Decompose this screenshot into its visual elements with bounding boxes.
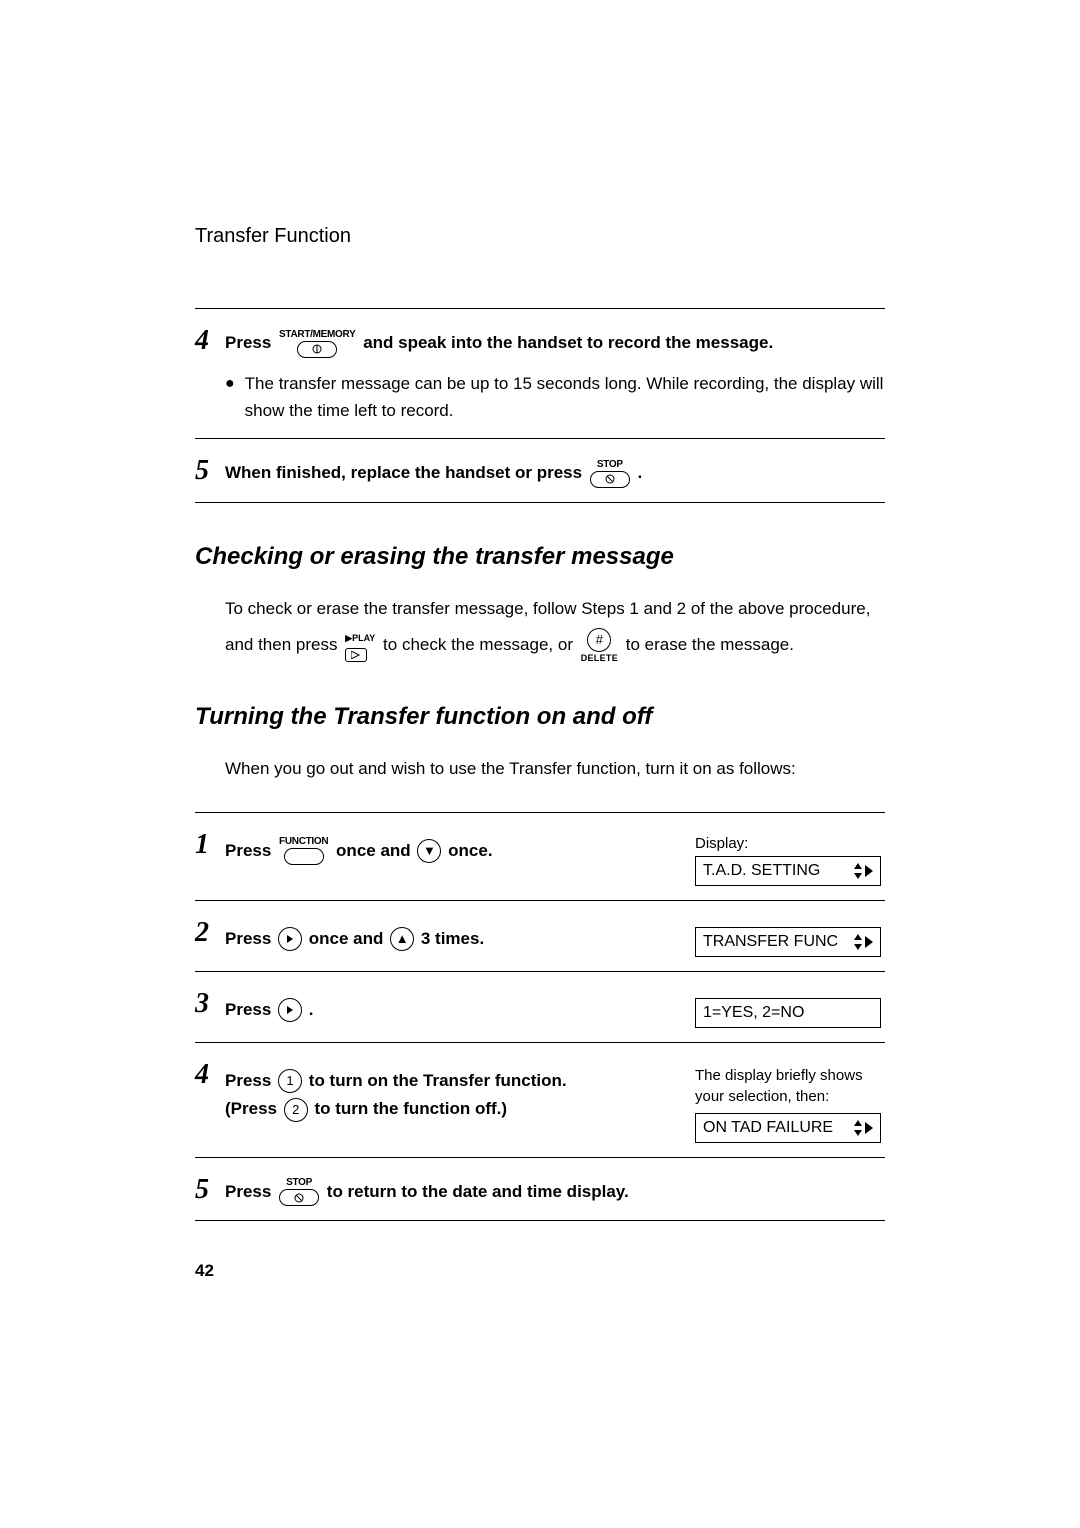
section-header: Transfer Function (195, 225, 885, 248)
display-box: ON TAD FAILURE (695, 1113, 881, 1143)
function-button: FUNCTION (279, 837, 328, 865)
step-4-display-col: The display briefly shows your selection… (695, 1063, 885, 1143)
text: once and (309, 929, 388, 948)
turn-step-1: 1 Press FUNCTION once and ▼ once. Displa… (195, 812, 885, 900)
nav-arrows-icon (853, 1120, 873, 1136)
display-text: T.A.D. SETTING (703, 862, 820, 880)
text: Press (225, 1000, 276, 1019)
page-number: 42 (195, 1261, 214, 1281)
stop-button: STOP (590, 460, 630, 488)
text: to check the message, or (383, 635, 578, 654)
text: and speak into the handset to record the… (363, 333, 773, 352)
bullet-text: The transfer message can be up to 15 sec… (245, 370, 885, 424)
checking-paragraph: To check or erase the transfer message, … (195, 591, 885, 663)
display-box: 1=YES, 2=NO (695, 998, 881, 1028)
stop-button: STOP (279, 1178, 319, 1206)
step-number: 2 (195, 915, 225, 947)
button-label: DELETE (581, 654, 618, 663)
stop-icon (279, 1189, 319, 1206)
step-2-instruction: Press once and ▲ 3 times. (225, 921, 675, 957)
step-number: 4 (195, 323, 225, 355)
play-icon (345, 648, 367, 662)
nav-arrows-icon (853, 934, 873, 950)
turn-step-3: 3 Press . 1=YES, 2=NO (195, 971, 885, 1042)
section-turning-heading: Turning the Transfer function on and off (195, 703, 885, 731)
two-key-icon: 2 (284, 1098, 308, 1122)
display-text: 1=YES, 2=NO (703, 1004, 804, 1022)
step-4-instruction: Press 1 to turn on the Transfer function… (225, 1063, 675, 1143)
turning-intro: When you go out and wish to use the Tran… (195, 751, 885, 787)
step-4-record: 4 Press START/MEMORY and speak into the … (195, 308, 885, 438)
stop-icon (590, 471, 630, 488)
button-label: STOP (286, 1178, 312, 1188)
bullet-icon: ● (225, 370, 235, 424)
display-note: The display briefly shows your selection… (695, 1065, 885, 1107)
hash-key-icon: # (587, 628, 611, 652)
step-number: 3 (195, 986, 225, 1018)
text: Press (225, 929, 276, 948)
display-text: ON TAD FAILURE (703, 1119, 833, 1137)
step-1-display-col: Display: T.A.D. SETTING (695, 833, 885, 886)
button-label: FUNCTION (279, 837, 328, 847)
button-label: START/MEMORY (279, 330, 355, 340)
manual-page: Transfer Function 4 Press START/MEMORY a… (195, 225, 885, 1221)
text: 3 times. (421, 929, 484, 948)
turn-step-2: 2 Press once and ▲ 3 times. TRANSFER FUN… (195, 900, 885, 971)
step-number: 1 (195, 827, 225, 859)
section-checking-heading: Checking or erasing the transfer message (195, 543, 885, 571)
text: to turn on the Transfer function. (309, 1071, 567, 1090)
right-key-icon (278, 927, 302, 951)
text: Press (225, 1182, 276, 1201)
step-number: 5 (195, 1172, 225, 1204)
step-4-instruction: Press START/MEMORY and speak into the ha… (225, 329, 885, 358)
down-key-icon: ▼ (417, 839, 441, 863)
step-4-note: ● The transfer message can be up to 15 s… (225, 370, 885, 424)
text: once. (448, 841, 492, 860)
step-number: 5 (195, 453, 225, 485)
text: . (638, 463, 643, 482)
nav-arrows-icon (853, 863, 873, 879)
function-icon (284, 848, 324, 865)
start-memory-button: START/MEMORY (279, 330, 355, 358)
text: Press (225, 1071, 276, 1090)
play-label: ▶PLAY (345, 629, 375, 648)
step-5-instruction: Press STOP to return to the date and tim… (225, 1178, 885, 1207)
display-box: T.A.D. SETTING (695, 856, 881, 886)
step-2-display-col: TRANSFER FUNC (695, 921, 885, 957)
play-button: ▶PLAY (345, 629, 375, 662)
text: (Press (225, 1099, 282, 1118)
display-text: TRANSFER FUNC (703, 933, 838, 951)
text: When finished, replace the handset or pr… (225, 463, 587, 482)
text: once and (336, 841, 415, 860)
step-5-finish: 5 When finished, replace the handset or … (195, 438, 885, 503)
text: to return to the date and time display. (327, 1182, 629, 1201)
step-5-instruction: When finished, replace the handset or pr… (225, 459, 885, 488)
step-3-instruction: Press . (225, 992, 675, 1028)
text: . (309, 1000, 314, 1019)
text: to erase the message. (626, 635, 794, 654)
text: Press (225, 841, 276, 860)
display-label: Display: (695, 835, 885, 852)
display-box: TRANSFER FUNC (695, 927, 881, 957)
text: to turn the function off.) (314, 1099, 507, 1118)
button-label: STOP (597, 460, 623, 470)
turn-step-5: 5 Press STOP to return to the date and t… (195, 1157, 885, 1222)
start-memory-icon (297, 341, 337, 358)
one-key-icon: 1 (278, 1069, 302, 1093)
delete-button: # DELETE (581, 628, 618, 663)
text: Press (225, 333, 276, 352)
up-key-icon: ▲ (390, 927, 414, 951)
right-key-icon (278, 998, 302, 1022)
step-number: 4 (195, 1057, 225, 1089)
step-1-instruction: Press FUNCTION once and ▼ once. (225, 833, 675, 886)
step-3-display-col: 1=YES, 2=NO (695, 992, 885, 1028)
turn-step-4: 4 Press 1 to turn on the Transfer functi… (195, 1042, 885, 1157)
